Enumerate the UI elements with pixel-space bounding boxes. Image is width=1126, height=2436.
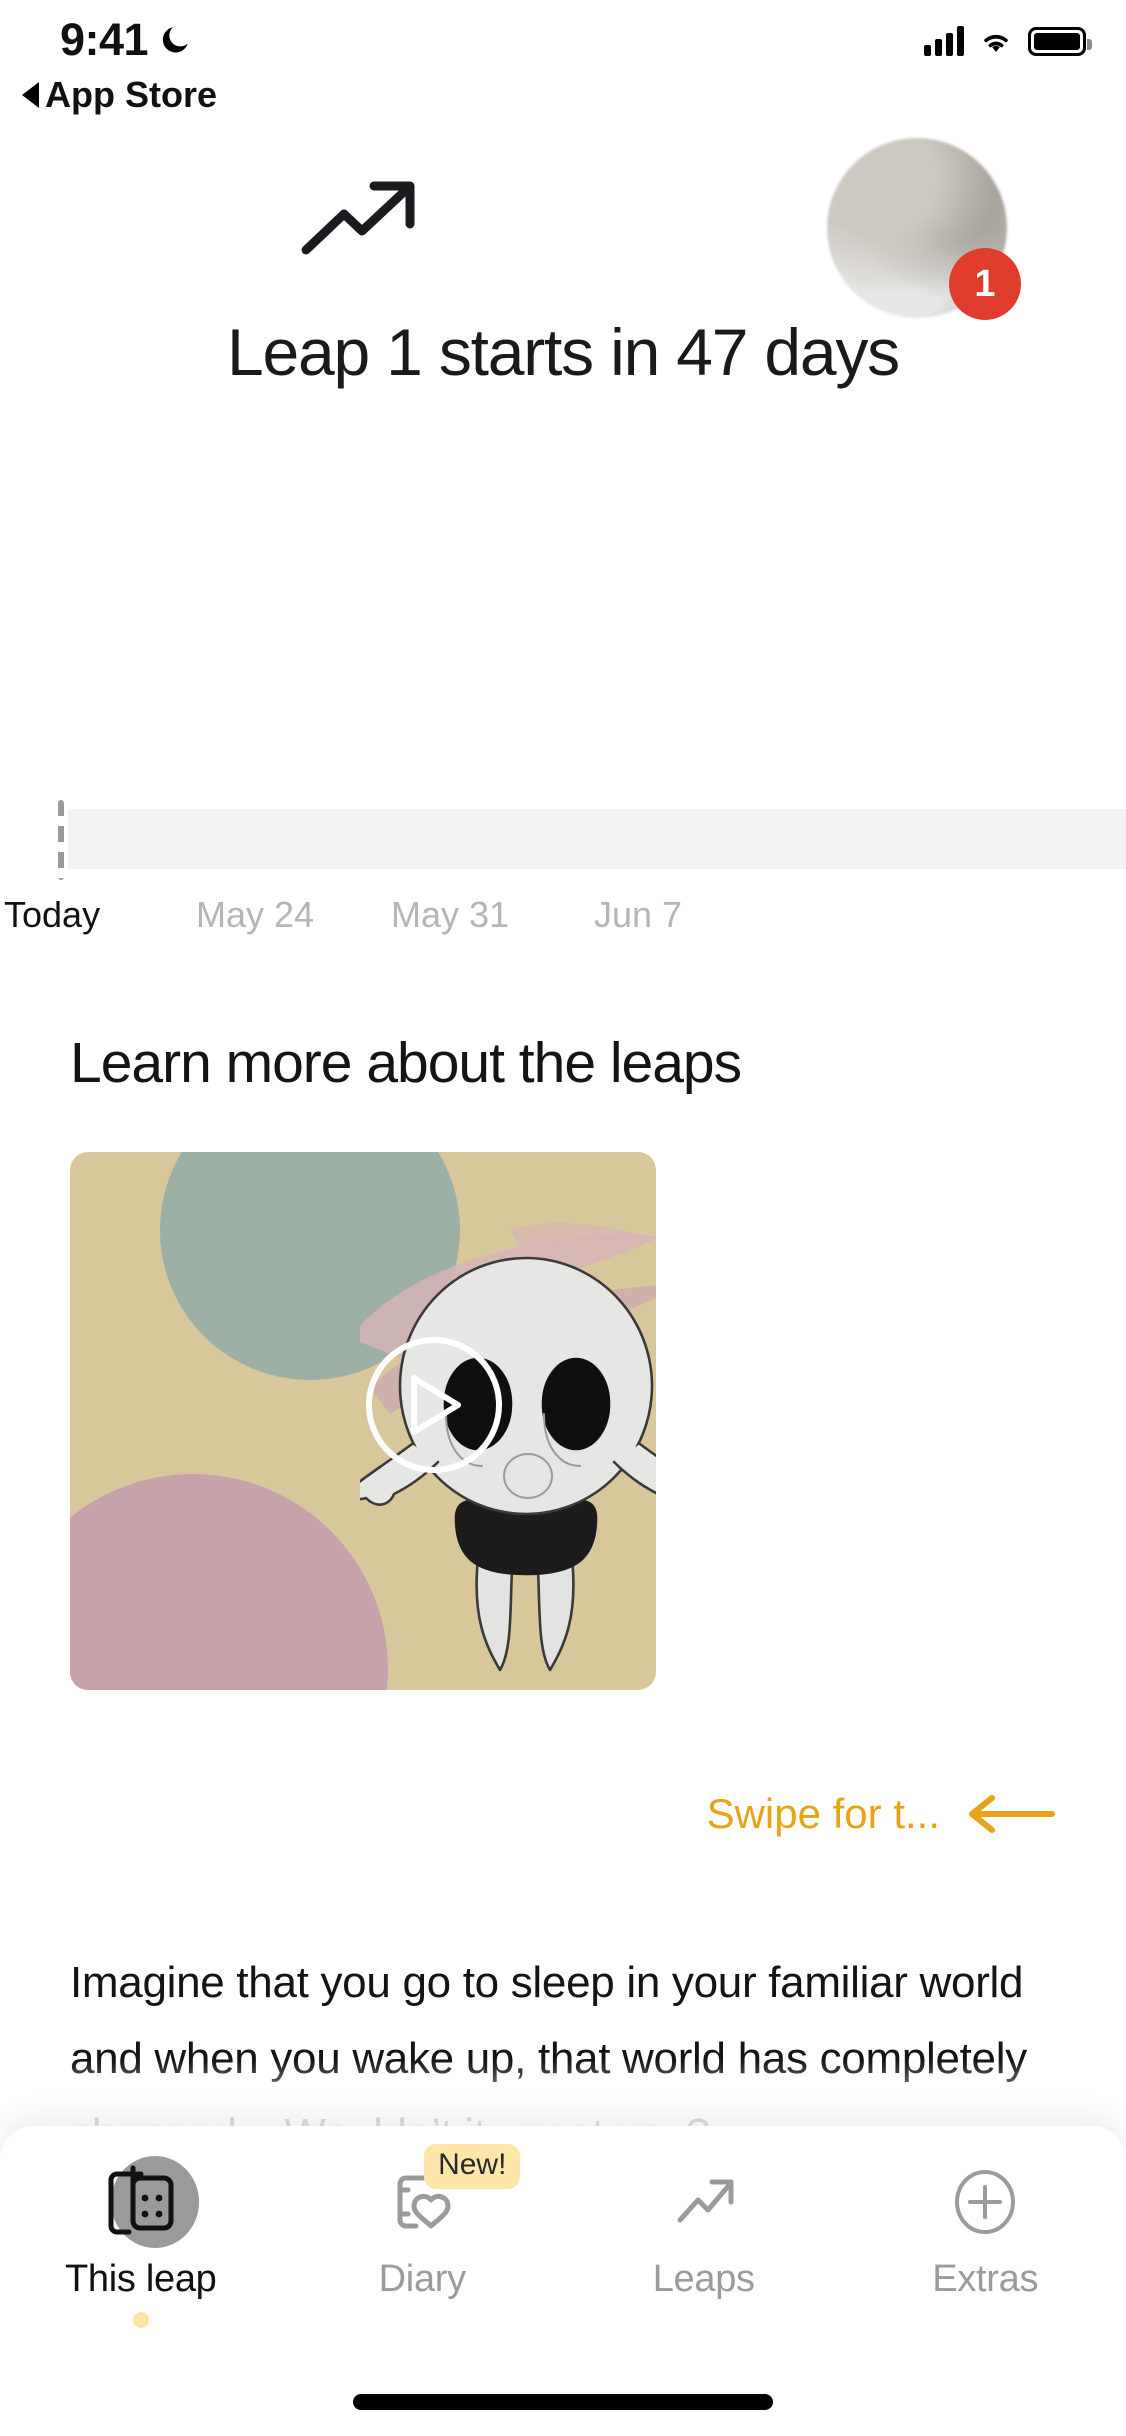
diary-new-badge: New! (424, 2144, 521, 2189)
chevron-left-icon (22, 82, 39, 108)
trending-up-icon (301, 181, 415, 255)
active-tab-dot (132, 2312, 149, 2328)
status-bar-time-group: 9:41 (60, 14, 192, 66)
timeline-labels: Today May 24 May 31 Jun 7 (0, 894, 1126, 954)
decorative-pink-circle (70, 1474, 388, 1690)
tab-this-leap[interactable]: This leap (0, 2150, 282, 2350)
header: 1 Leap 1 starts in 47 days (0, 128, 1126, 458)
notification-badge-count: 1 (974, 262, 996, 305)
timeline-label-2: May 31 (391, 894, 510, 935)
battery-icon (1028, 27, 1092, 56)
tab-leaps-icon-wrap (658, 2150, 750, 2254)
learn-video-card[interactable] (70, 1152, 656, 1690)
tab-list: This leap New! Diary Leaps Extras (0, 2144, 1126, 2350)
tab-extras[interactable]: Extras (845, 2150, 1126, 2350)
back-label: App Store (45, 74, 218, 115)
tab-leaps-label: Leaps (652, 2258, 755, 2300)
trending-up-icon (677, 2179, 734, 2223)
tab-diary-label: Diary (378, 2258, 466, 2300)
notification-badge: 1 (949, 248, 1021, 320)
timeline-label-1: May 24 (196, 894, 315, 935)
arrow-left-icon (969, 1795, 1055, 1833)
timeline-label-today: Today (4, 894, 101, 935)
swipe-hint-label: Swipe for t... (706, 1790, 940, 1837)
tab-diary-icon-wrap: New! (376, 2144, 521, 2254)
profile-avatar-button[interactable]: 1 (827, 138, 1021, 320)
tab-diary[interactable]: New! Diary (282, 2144, 564, 2350)
tab-leaps[interactable]: Leaps (563, 2150, 845, 2350)
back-to-app-store-link[interactable]: App Store (22, 74, 217, 116)
leap-timeline[interactable]: Today May 24 May 31 Jun 7 (0, 790, 1126, 980)
tab-bar: This leap New! Diary Leaps Extras (0, 2126, 1126, 2436)
play-button[interactable] (366, 1337, 502, 1473)
tab-this-leap-label: This leap (65, 2258, 217, 2300)
tab-extras-icon-wrap (939, 2150, 1031, 2254)
wifi-icon (984, 34, 1008, 52)
swipe-hint[interactable]: Swipe for t... (707, 1790, 1056, 1838)
calendar-baby-icon (108, 2165, 174, 2235)
status-bar-indicators (924, 26, 1092, 56)
section-heading-learn: Learn more about the leaps (70, 1031, 742, 1095)
tab-extras-label: Extras (932, 2258, 1039, 2300)
timeline-track[interactable] (68, 809, 1126, 869)
home-indicator[interactable] (353, 2394, 773, 2410)
tab-this-leap-icon-wrap (95, 2150, 199, 2254)
cellular-signal-icon (924, 26, 964, 56)
status-bar-time: 9:41 (60, 14, 149, 65)
timeline-label-3: Jun 7 (594, 894, 683, 935)
plus-circle-icon (955, 2170, 1016, 2234)
page-title: Leap 1 starts in 47 days (227, 315, 900, 389)
play-icon (411, 1375, 461, 1435)
moon-icon (162, 27, 188, 53)
status-bar: 9:41 App Store (0, 0, 1126, 128)
today-marker (58, 800, 64, 880)
